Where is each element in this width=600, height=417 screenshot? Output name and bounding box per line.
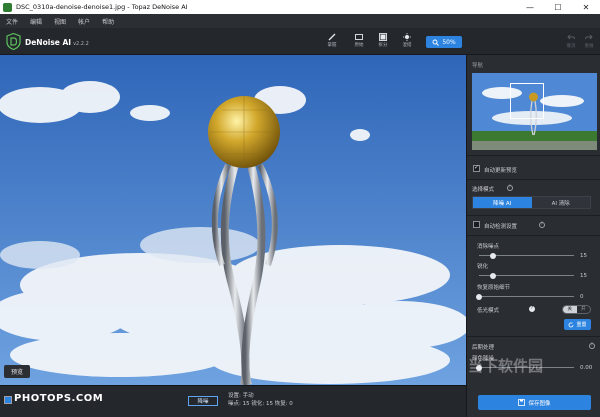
remove-noise-slider[interactable] [479,252,574,259]
sharpen-slider[interactable] [479,272,574,279]
recover-detail-knob[interactable] [476,293,482,300]
lowlight-toggle-off[interactable]: 关 [563,306,577,313]
sharpen-value: 15 [580,273,587,279]
site-watermark: 当下软件园 [468,357,544,375]
save-image-label: 保存图像 [528,400,551,407]
save-image-button[interactable]: 保存图像 [478,395,591,410]
blend-view-button[interactable]: 混搭 [397,33,417,48]
menu-view[interactable]: 视图 [54,17,66,26]
menu-bar: 文件 编辑 视图 帐户 帮助 [0,14,600,28]
auto-detect-help-icon[interactable]: ? [539,222,545,228]
menu-account[interactable]: 帐户 [78,17,90,26]
denoise-logo-icon [6,33,21,50]
blend-icon [403,33,411,41]
brush-tool-button[interactable]: 掌握 [322,33,342,48]
navigator-viewport-box[interactable] [510,83,544,119]
undo-button[interactable]: 撤消 [562,34,580,49]
mode-chip: 降噪 [188,396,218,406]
blend-view-label: 混搭 [402,43,412,48]
post-processing-help-icon[interactable]: ? [589,343,595,349]
choose-mode-help-icon[interactable]: ? [507,185,513,191]
close-button[interactable]: ✕ [572,0,600,14]
brush-icon [328,33,336,41]
topaz-app-icon [3,2,12,12]
save-icon [518,399,526,406]
lowlight-toggle-on[interactable]: 开 [577,306,591,313]
window-title: DSC_0310a-denoise-denoise1.jpg - Topaz D… [16,3,188,11]
undo-label: 撤消 [566,44,576,49]
recover-detail-slider[interactable] [476,293,574,300]
settings-line-2: 噪点: 15 锐化: 15 恢复: 0 [228,401,293,407]
remove-noise-value: 15 [580,253,587,259]
photo-canvas [0,55,466,385]
remove-noise-label: 消除噪点 [477,244,500,250]
window-titlebar: DSC_0310a-denoise-denoise1.jpg - Topaz D… [0,0,600,14]
zoom-level: 50% [442,38,456,46]
image-select-checkbox[interactable] [4,396,12,404]
split-view-icon [379,33,387,41]
recover-detail-label: 恢复原始细节 [477,285,511,291]
mode-ai-clear[interactable]: AI 清除 [531,197,590,208]
settings-summary: 设置: 手动 噪点: 15 锐化: 15 恢复: 0 [228,392,293,408]
lowlight-help-icon[interactable]: ? [529,306,535,312]
remove-noise-knob[interactable] [490,252,497,259]
menu-help[interactable]: 帮助 [102,17,114,26]
reset-label: 重置 [576,322,587,328]
app-name-text: DeNoise AI [25,38,72,47]
brush-tool-label: 掌握 [327,43,337,48]
sharpen-knob[interactable] [490,272,497,279]
bottom-bar: PHOTOPS.COM 降噪 设置: 手动 噪点: 15 锐化: 15 恢复: … [0,385,466,417]
reset-icon [569,322,574,327]
maximize-button[interactable]: ☐ [544,0,572,14]
magnifier-icon [432,39,440,46]
recover-detail-value: 0 [580,294,584,300]
auto-update-checkbox[interactable] [473,164,480,172]
redo-button[interactable]: 重做 [580,34,598,49]
split-view-label: 拆分 [378,43,388,48]
menu-edit[interactable]: 编辑 [30,17,42,26]
color-noise-value: 0.00 [580,365,593,371]
image-viewer[interactable] [0,55,466,385]
auto-detect-label: 自动检测设置 [484,224,518,230]
post-processing-title: 后期处理 [472,345,495,351]
mode-selector: 降噪 AI AI 清除 [472,196,591,209]
minimize-button[interactable]: — [516,0,544,14]
navigator-title: 导航 [472,63,484,69]
split-view-button[interactable]: 拆分 [373,33,393,48]
navigator-thumbnail[interactable] [472,73,597,150]
original-image-icon [355,34,363,40]
auto-detect-checkbox[interactable] [473,221,480,228]
original-view-label: 原始 [354,43,364,48]
zoom-button[interactable]: 50% [426,36,462,48]
preview-button[interactable]: 预览 [4,365,30,378]
app-name: DeNoise AI v2.2.2 [25,38,89,47]
original-view-button[interactable]: 原始 [349,33,369,48]
brand-watermark: PHOTOPS.COM [14,393,104,404]
menu-file[interactable]: 文件 [6,17,18,26]
app-version: v2.2.2 [73,41,89,47]
sharpen-label: 锐化 [477,264,489,270]
toolbar: DeNoise AI v2.2.2 掌握 原始 拆分 混搭 50% 撤消 重做 [0,28,600,55]
undo-icon [567,34,575,40]
mode-denoise-ai[interactable]: 降噪 AI [473,197,532,208]
redo-label: 重做 [584,44,594,49]
settings-line-1: 设置: 手动 [228,393,254,399]
choose-mode-label: 选择模式 [472,187,495,193]
auto-update-label: 自动更新预览 [484,168,518,174]
lowlight-toggle[interactable]: 关 开 [562,305,591,314]
redo-icon [585,34,593,40]
reset-button[interactable]: 重置 [564,319,591,330]
lowlight-label: 低光模式 [477,308,500,314]
